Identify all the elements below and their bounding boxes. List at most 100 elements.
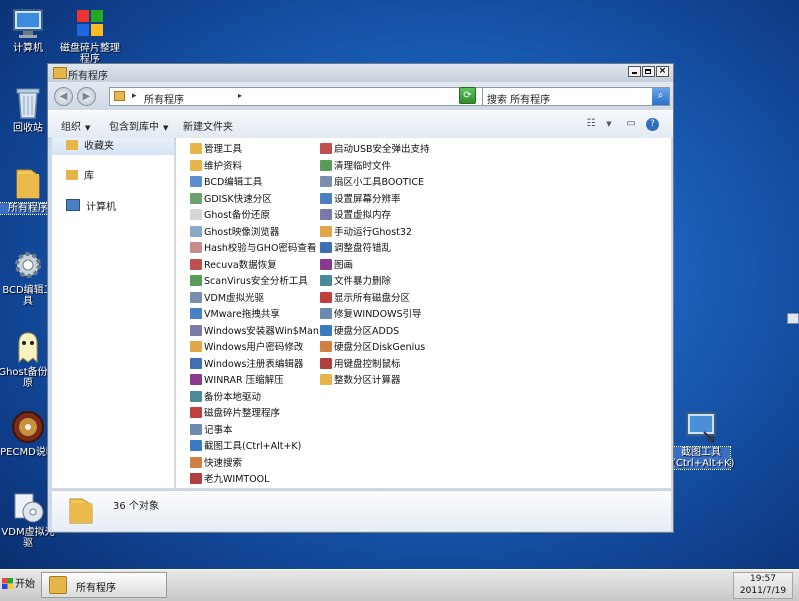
- file-item[interactable]: Ghost备份还原: [190, 208, 270, 224]
- file-item[interactable]: 图画: [320, 258, 353, 274]
- desktop-icon-defrag[interactable]: 磁盘碎片整理程序: [58, 6, 122, 65]
- desktop-icon-computer[interactable]: 计算机: [0, 6, 58, 54]
- back-button[interactable]: ◀: [54, 87, 73, 106]
- forward-button[interactable]: ▶: [77, 87, 96, 106]
- file-item[interactable]: BCD编辑工具: [190, 175, 262, 191]
- search-box[interactable]: 搜索 所有程序 ⌕: [482, 87, 670, 106]
- preview-pane-icon[interactable]: ▭: [623, 116, 639, 132]
- nav-favorites-label: 收藏夹: [84, 141, 114, 152]
- chevron-down-icon: ▼: [163, 124, 169, 132]
- organize-menu[interactable]: 组织 ▼: [61, 118, 90, 133]
- title-bar[interactable]: 所有程序 ×: [48, 64, 673, 82]
- search-icon[interactable]: ⌕: [652, 88, 669, 105]
- file-item[interactable]: VMware拖拽共享: [190, 307, 280, 323]
- new-folder-button[interactable]: 新建文件夹: [183, 118, 233, 133]
- desktop-icon-screenshot[interactable]: 截图工具 (Ctrl+Alt+K): [671, 410, 734, 470]
- taskbar-button-all-programs[interactable]: 所有程序: [41, 572, 167, 598]
- file-item[interactable]: ScanVirus安全分析工具: [190, 274, 308, 290]
- chevron-down-icon[interactable]: ▼: [601, 116, 617, 132]
- file-item[interactable]: Recuva数据恢复: [190, 258, 277, 274]
- new-folder-label: 新建文件夹: [183, 122, 233, 133]
- file-item-label: 管理工具: [204, 144, 243, 155]
- file-item[interactable]: 启动USB安全弹出支持: [320, 142, 430, 158]
- file-item[interactable]: 备份本地驱动: [190, 390, 261, 406]
- file-item[interactable]: 记事本: [190, 423, 233, 439]
- library-icon: [66, 170, 78, 180]
- file-item[interactable]: Windows用户密码修改: [190, 340, 303, 356]
- computer-icon: [11, 6, 45, 40]
- file-item[interactable]: Ghost映像浏览器: [190, 225, 279, 241]
- file-item-label: 整数分区计算器: [334, 375, 401, 386]
- help-icon[interactable]: ?: [646, 118, 659, 131]
- file-item-label: 硬盘分区ADDS: [334, 325, 400, 337]
- file-item[interactable]: VDM虚拟光驱: [190, 291, 264, 307]
- folder-icon: [53, 67, 67, 79]
- program-icon: [320, 192, 332, 204]
- nav-computer[interactable]: 计算机: [66, 199, 116, 215]
- file-item-label: Windows安装器Win$Man: [204, 325, 319, 337]
- file-item[interactable]: 清理临时文件: [320, 159, 391, 175]
- file-item[interactable]: 用键盘控制鼠标: [320, 357, 401, 373]
- file-item[interactable]: Windows注册表编辑器: [190, 357, 303, 373]
- file-item[interactable]: 手动运行Ghost32: [320, 225, 412, 241]
- program-icon: [190, 308, 202, 319]
- file-item[interactable]: 整数分区计算器: [320, 373, 401, 389]
- breadcrumb-path[interactable]: 所有程序: [144, 91, 184, 106]
- minimize-button[interactable]: [628, 66, 641, 77]
- program-icon: [190, 209, 202, 220]
- file-item-label: VDM虚拟光驱: [204, 292, 265, 304]
- search-input[interactable]: 搜索 所有程序: [487, 91, 550, 106]
- file-item[interactable]: 截图工具(Ctrl+Alt+K): [190, 439, 301, 455]
- organize-label: 组织: [61, 122, 81, 133]
- nav-favorites[interactable]: 收藏夹: [66, 139, 114, 155]
- view-options-icon[interactable]: ☷: [583, 116, 599, 132]
- file-item[interactable]: 管理工具: [190, 142, 242, 158]
- include-label: 包含到库中: [109, 122, 159, 133]
- file-item[interactable]: 硬盘分区ADDS: [320, 324, 399, 340]
- file-item-label: BCD编辑工具: [204, 177, 263, 188]
- file-item[interactable]: 显示所有磁盘分区: [320, 291, 410, 307]
- file-item[interactable]: 调整盘符错乱: [320, 241, 391, 257]
- file-item[interactable]: 文件暴力删除: [320, 274, 391, 290]
- file-item[interactable]: Windows安装器Win$Man: [190, 324, 319, 340]
- file-item[interactable]: 老九WIMTOOL: [190, 472, 269, 488]
- program-icon: [190, 390, 202, 402]
- file-item-label: 调整盘符错乱: [334, 243, 392, 254]
- include-in-library-menu[interactable]: 包含到库中 ▼: [109, 118, 168, 133]
- file-item-label: 图画: [334, 259, 354, 271]
- file-item[interactable]: 修复WINDOWS引导: [320, 307, 422, 323]
- file-item[interactable]: 磁盘碎片整理程序: [190, 406, 280, 422]
- gear-icon: [11, 248, 45, 282]
- program-icon: [320, 159, 332, 171]
- address-bar[interactable]: ▸ 所有程序 ▸ ▼: [109, 87, 499, 106]
- file-item[interactable]: 扇区小工具BOOTICE: [320, 175, 424, 191]
- start-button[interactable]: 开始: [2, 573, 36, 597]
- breadcrumb-chevron-icon[interactable]: ▸: [238, 91, 242, 100]
- file-item[interactable]: Hash校验与GHO密码查看: [190, 241, 316, 257]
- close-button[interactable]: ×: [656, 66, 669, 77]
- program-icon: [190, 357, 202, 369]
- computer-icon: [66, 199, 80, 211]
- file-item-label: 清理临时文件: [334, 160, 392, 172]
- file-item-label: 硬盘分区DiskGenius: [334, 342, 426, 353]
- file-item[interactable]: 设置屏幕分辨率: [320, 192, 401, 208]
- system-clock[interactable]: 19:57 2011/7/19: [733, 572, 793, 599]
- file-item[interactable]: GDISK快速分区: [190, 192, 272, 208]
- program-icon: [320, 225, 332, 237]
- file-item[interactable]: WINRAR 压缩解压: [190, 373, 284, 389]
- file-item-label: 磁盘碎片整理程序: [204, 408, 281, 419]
- file-item[interactable]: 维护资料: [190, 159, 242, 175]
- file-item-label: Hash校验与GHO密码查看: [204, 243, 317, 254]
- window-icon[interactable]: [787, 313, 799, 324]
- nav-libraries[interactable]: 库: [66, 169, 94, 185]
- maximize-button[interactable]: [642, 66, 655, 77]
- program-icon: [190, 440, 202, 451]
- taskbar-button-label: 所有程序: [76, 583, 116, 594]
- program-icon: [320, 374, 332, 385]
- file-item-label: GDISK快速分区: [204, 193, 272, 205]
- refresh-button[interactable]: ⟳: [459, 87, 476, 104]
- file-item[interactable]: 快速搜索: [190, 456, 242, 472]
- file-item[interactable]: 硬盘分区DiskGenius: [320, 340, 425, 356]
- file-item[interactable]: 设置虚拟内存: [320, 208, 391, 224]
- program-icon: [320, 291, 332, 303]
